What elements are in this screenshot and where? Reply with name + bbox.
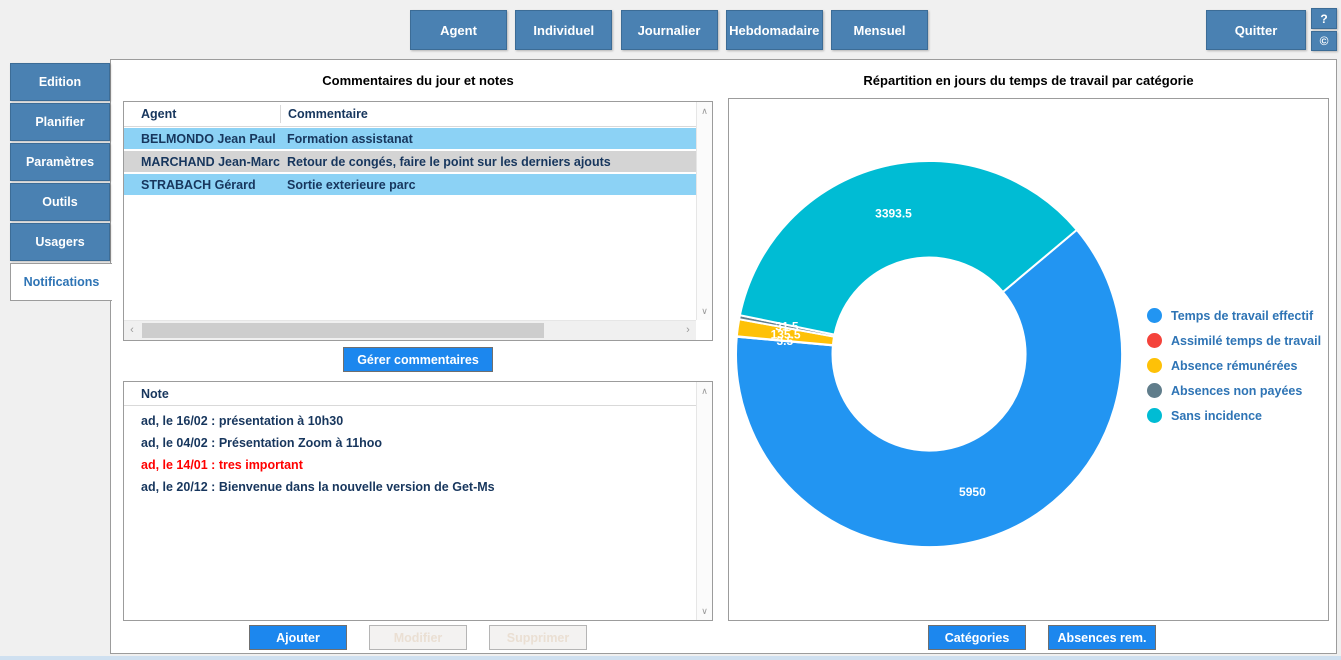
comments-horizontal-scrollbar[interactable]: ‹ › <box>124 320 696 340</box>
table-row[interactable]: MARCHAND Jean-MarcRetour de congés, fair… <box>124 151 696 172</box>
slice-value-label: 5950 <box>959 485 986 499</box>
edit-note-button[interactable]: Modifier <box>369 625 467 650</box>
scroll-left-icon[interactable]: ‹ <box>124 321 140 340</box>
comment-cell: Sortie exterieure parc <box>280 178 696 192</box>
note-item[interactable]: ad, le 14/01 : tres important <box>124 454 696 476</box>
legend-label: Assimilé temps de travail <box>1171 334 1321 348</box>
notes-header: Note <box>124 382 696 406</box>
view-button-hebdomadaire[interactable]: Hebdomadaire <box>726 10 823 50</box>
legend-item: Absence rémunérées <box>1147 353 1321 378</box>
comments-table-header: Agent Commentaire <box>124 102 696 127</box>
chart-panel: 59503.5135.531.53393.5 Temps de travail … <box>728 98 1329 621</box>
scroll-up-icon[interactable]: ∧ <box>697 104 712 118</box>
legend-item: Absences non payées <box>1147 378 1321 403</box>
categories-button[interactable]: Catégories <box>928 625 1026 650</box>
comment-cell: Formation assistanat <box>280 132 696 146</box>
note-item[interactable]: ad, le 16/02 : présentation à 10h30 <box>124 410 696 432</box>
window-bottom-edge <box>0 656 1341 660</box>
quit-button[interactable]: Quitter <box>1206 10 1306 50</box>
horizontal-scroll-thumb[interactable] <box>142 323 544 338</box>
legend-label: Temps de travail effectif <box>1171 309 1313 323</box>
sidebar-item-notifications[interactable]: Notifications <box>10 263 112 301</box>
column-header-commentaire: Commentaire <box>280 105 696 123</box>
slice-value-label: 3393.5 <box>875 207 912 221</box>
scroll-up-icon[interactable]: ∧ <box>697 384 712 398</box>
note-item[interactable]: ad, le 04/02 : Présentation Zoom à 11hoo <box>124 432 696 454</box>
table-row[interactable]: BELMONDO Jean PaulFormation assistanat <box>124 128 696 149</box>
delete-note-button[interactable]: Supprimer <box>489 625 587 650</box>
comments-table: Agent Commentaire BELMONDO Jean PaulForm… <box>123 101 713 341</box>
column-header-agent: Agent <box>124 107 280 121</box>
comments-section-title: Commentaires du jour et notes <box>123 73 713 88</box>
legend-label: Sans incidence <box>1171 409 1262 423</box>
sidebar-item-planifier[interactable]: Planifier <box>10 103 110 141</box>
main-panel: Commentaires du jour et notes Agent Comm… <box>110 59 1337 654</box>
sidebar-item-edition[interactable]: Edition <box>10 63 110 101</box>
comments-vertical-scrollbar[interactable]: ∧ ∨ <box>696 102 712 320</box>
sidebar-item-parametres[interactable]: Paramètres <box>10 143 110 181</box>
agent-cell: STRABACH Gérard <box>124 178 280 192</box>
agent-cell: MARCHAND Jean-Marc <box>124 155 280 169</box>
note-item[interactable]: ad, le 20/12 : Bienvenue dans la nouvell… <box>124 476 696 498</box>
comment-cell: Retour de congés, faire le point sur les… <box>280 155 696 169</box>
legend-label: Absences non payées <box>1171 384 1302 398</box>
scroll-down-icon[interactable]: ∨ <box>697 304 712 318</box>
agent-cell: BELMONDO Jean Paul <box>124 132 280 146</box>
slice-value-label: 31.5 <box>775 319 799 333</box>
view-button-agent[interactable]: Agent <box>410 10 507 50</box>
help-button[interactable]: ? <box>1311 8 1337 29</box>
legend-dot-icon <box>1147 308 1162 323</box>
legend-item: Sans incidence <box>1147 403 1321 428</box>
legend-item: Assimilé temps de travail <box>1147 328 1321 353</box>
sidebar-item-usagers[interactable]: Usagers <box>10 223 110 261</box>
legend-dot-icon <box>1147 333 1162 348</box>
notes-panel: Note ad, le 16/02 : présentation à 10h30… <box>123 381 713 621</box>
scroll-right-icon[interactable]: › <box>680 321 696 340</box>
legend-dot-icon <box>1147 383 1162 398</box>
legend-dot-icon <box>1147 358 1162 373</box>
view-button-journalier[interactable]: Journalier <box>621 10 718 50</box>
add-note-button[interactable]: Ajouter <box>249 625 347 650</box>
copyright-button[interactable]: © <box>1311 31 1337 51</box>
chart-title: Répartition en jours du temps de travail… <box>728 73 1329 88</box>
sidebar-item-outils[interactable]: Outils <box>10 183 110 221</box>
legend-dot-icon <box>1147 408 1162 423</box>
manage-comments-button[interactable]: Gérer commentaires <box>343 347 493 372</box>
view-button-individuel[interactable]: Individuel <box>515 10 612 50</box>
legend-item: Temps de travail effectif <box>1147 303 1321 328</box>
notes-vertical-scrollbar[interactable]: ∧ ∨ <box>696 382 712 620</box>
chart-legend: Temps de travail effectif Assimilé temps … <box>1147 303 1321 428</box>
absences-rem-button[interactable]: Absences rem. <box>1048 625 1156 650</box>
view-button-mensuel[interactable]: Mensuel <box>831 10 928 50</box>
scroll-down-icon[interactable]: ∨ <box>697 604 712 618</box>
legend-label: Absence rémunérées <box>1171 359 1297 373</box>
table-row[interactable]: STRABACH GérardSortie exterieure parc <box>124 174 696 195</box>
